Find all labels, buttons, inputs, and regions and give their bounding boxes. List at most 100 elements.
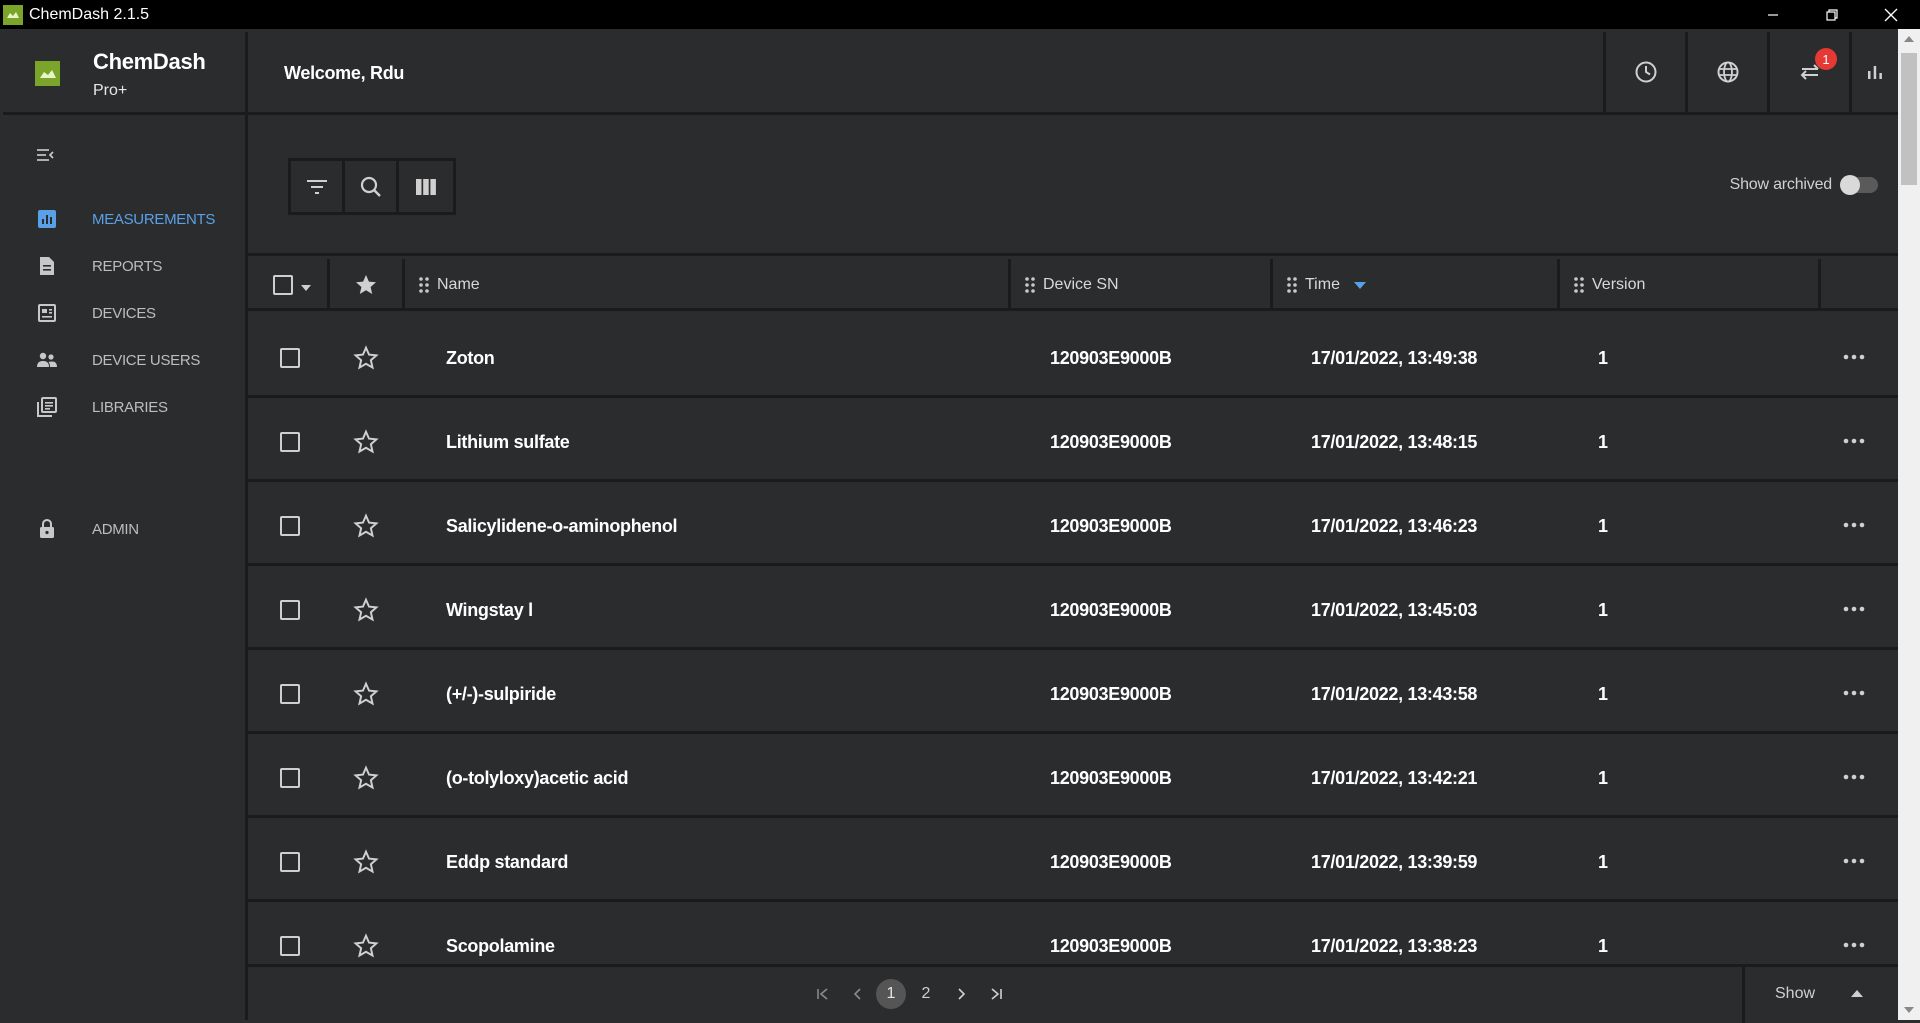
scroll-up-icon[interactable]	[1904, 36, 1914, 42]
sort-descending-icon[interactable]	[1353, 281, 1366, 289]
drag-handle-icon[interactable]	[419, 277, 429, 293]
notification-badge: 1	[1815, 48, 1837, 70]
cell-name: Wingstay l	[446, 600, 533, 620]
more-options-icon[interactable]	[1841, 764, 1867, 790]
close-button[interactable]	[1861, 0, 1920, 29]
table-row[interactable]: Zoton 120903E9000B 17/01/2022, 13:49:38 …	[248, 314, 1898, 398]
restore-button[interactable]	[1802, 0, 1861, 29]
sidebar-item-libraries[interactable]: LIBRARIES	[3, 387, 245, 427]
cell-time: 17/01/2022, 13:39:59	[1311, 852, 1478, 872]
minimize-button[interactable]	[1743, 0, 1802, 29]
first-page-button[interactable]	[808, 979, 838, 1009]
favorite-column[interactable]	[330, 259, 405, 311]
next-page-button[interactable]	[946, 979, 976, 1009]
sidebar-item-devices[interactable]: DEVICES	[3, 293, 245, 333]
sidebar-item-device-users[interactable]: DEVICE USERS	[3, 340, 245, 380]
column-header-version[interactable]: Version	[1560, 259, 1821, 311]
vertical-scrollbar[interactable]	[1898, 29, 1920, 1020]
page-button-1[interactable]: 1	[876, 979, 906, 1009]
more-options-icon[interactable]	[1841, 848, 1867, 874]
star-outline-icon[interactable]	[353, 513, 379, 539]
globe-icon	[1717, 61, 1738, 83]
table-row[interactable]: Scopolamine 120903E9000B 17/01/2022, 13:…	[248, 902, 1898, 964]
users-icon	[36, 349, 58, 371]
statistics-button[interactable]	[1849, 32, 1898, 112]
table-row[interactable]: Eddp standard 120903E9000B 17/01/2022, 1…	[248, 818, 1898, 902]
table-row[interactable]: (o-tolyloxy)acetic acid 120903E9000B 17/…	[248, 734, 1898, 818]
sidebar-item-admin[interactable]: ADMIN	[3, 509, 245, 549]
sidebar-item-label: DEVICES	[92, 304, 156, 322]
column-header-device-sn[interactable]: Device SN	[1011, 259, 1273, 311]
more-options-icon[interactable]	[1841, 344, 1867, 370]
row-checkbox[interactable]	[280, 600, 300, 620]
library-icon	[36, 396, 58, 418]
search-icon	[360, 176, 381, 197]
restore-icon	[1825, 8, 1838, 21]
cell-device-sn: 120903E9000B	[1050, 852, 1172, 872]
table-row[interactable]: Salicylidene-o-aminophenol 120903E9000B …	[248, 482, 1898, 566]
close-icon	[1884, 8, 1897, 21]
top-bar: Welcome, Rdu 1	[248, 32, 1898, 115]
column-header-name[interactable]: Name	[405, 259, 1011, 311]
cell-time: 17/01/2022, 13:42:21	[1311, 768, 1478, 788]
page-size-selector[interactable]: Show	[1742, 964, 1898, 1023]
title-bar: ChemDash 2.1.5	[0, 0, 1920, 29]
main-content: Show archived Name Device SN Time Versio…	[248, 115, 1898, 1023]
more-options-icon[interactable]	[1841, 512, 1867, 538]
sync-button[interactable]: 1	[1767, 32, 1849, 112]
select-all-column[interactable]	[248, 259, 330, 311]
table-row[interactable]: Lithium sulfate 120903E9000B 17/01/2022,…	[248, 398, 1898, 482]
row-checkbox[interactable]	[280, 348, 300, 368]
history-button[interactable]	[1603, 32, 1685, 112]
language-button[interactable]	[1685, 32, 1767, 112]
toggle-knob	[1840, 175, 1860, 195]
more-options-icon[interactable]	[1841, 428, 1867, 454]
star-outline-icon[interactable]	[353, 933, 379, 959]
row-checkbox[interactable]	[280, 768, 300, 788]
logo	[35, 61, 60, 86]
show-archived-toggle[interactable]: Show archived	[1730, 175, 1878, 195]
collapse-menu-button[interactable]	[35, 145, 59, 169]
star-outline-icon[interactable]	[353, 765, 379, 791]
columns-button[interactable]	[399, 161, 453, 212]
cell-version: 1	[1598, 936, 1608, 956]
table-body: Zoton 120903E9000B 17/01/2022, 13:49:38 …	[248, 314, 1898, 964]
more-options-icon[interactable]	[1841, 932, 1867, 958]
bar-chart-icon	[36, 208, 58, 230]
star-outline-icon[interactable]	[353, 597, 379, 623]
cell-version: 1	[1598, 516, 1608, 536]
select-all-checkbox[interactable]	[273, 275, 293, 295]
toggle-switch[interactable]	[1840, 175, 1878, 195]
scroll-down-icon[interactable]	[1904, 1007, 1914, 1013]
star-outline-icon[interactable]	[353, 849, 379, 875]
star-outline-icon[interactable]	[353, 345, 379, 371]
search-button[interactable]	[345, 161, 399, 212]
cell-device-sn: 120903E9000B	[1050, 432, 1172, 452]
row-checkbox[interactable]	[280, 684, 300, 704]
filter-button[interactable]	[291, 161, 345, 212]
first-page-icon	[817, 988, 828, 1000]
column-header-time[interactable]: Time	[1273, 259, 1560, 311]
drag-handle-icon[interactable]	[1025, 277, 1035, 293]
row-checkbox[interactable]	[280, 432, 300, 452]
sidebar-item-measurements[interactable]: MEASUREMENTS	[3, 199, 245, 239]
star-outline-icon[interactable]	[353, 681, 379, 707]
table-row[interactable]: (+/-)-sulpiride 120903E9000B 17/01/2022,…	[248, 650, 1898, 734]
last-page-button[interactable]	[981, 979, 1011, 1009]
star-outline-icon[interactable]	[353, 429, 379, 455]
drag-handle-icon[interactable]	[1574, 277, 1584, 293]
table-header: Name Device SN Time Version	[248, 259, 1898, 311]
chevron-down-icon[interactable]	[301, 285, 311, 291]
more-options-icon[interactable]	[1841, 596, 1867, 622]
more-options-icon[interactable]	[1841, 680, 1867, 706]
page-button-2[interactable]: 2	[911, 979, 941, 1009]
scrollbar-thumb[interactable]	[1901, 53, 1917, 185]
row-checkbox[interactable]	[280, 852, 300, 872]
row-checkbox[interactable]	[280, 936, 300, 956]
previous-page-button[interactable]	[843, 979, 873, 1009]
drag-handle-icon[interactable]	[1287, 277, 1297, 293]
cell-device-sn: 120903E9000B	[1050, 768, 1172, 788]
row-checkbox[interactable]	[280, 516, 300, 536]
sidebar-item-reports[interactable]: REPORTS	[3, 246, 245, 286]
table-row[interactable]: Wingstay l 120903E9000B 17/01/2022, 13:4…	[248, 566, 1898, 650]
